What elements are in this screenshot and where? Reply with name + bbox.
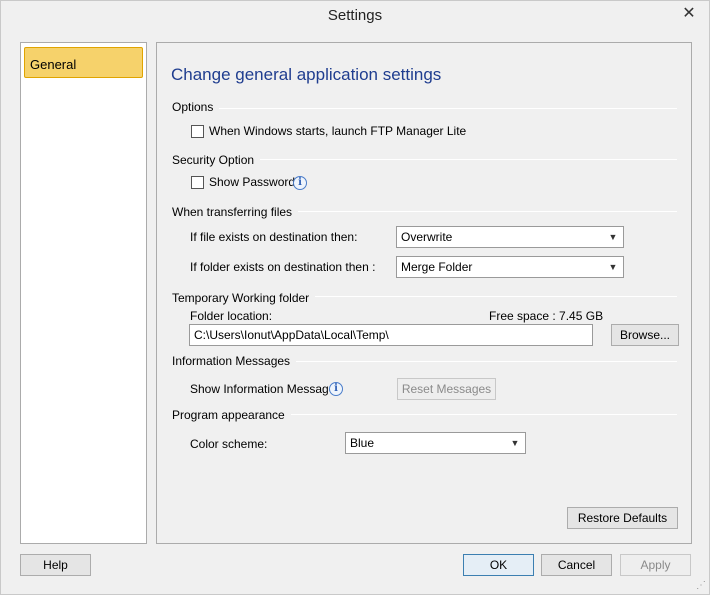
folder-location-label: Folder location:	[190, 309, 273, 323]
free-space-display: Free space : 7.45 GB	[489, 309, 603, 323]
color-scheme-value: Blue	[350, 436, 375, 450]
free-space-value: 7.45 GB	[559, 309, 604, 323]
section-divider	[283, 211, 677, 212]
close-button[interactable]: ✕	[677, 3, 701, 25]
sidebar: General	[20, 42, 147, 544]
show-password-label: Show Password	[209, 175, 296, 189]
section-title-temp-folder: Temporary Working folder	[172, 291, 316, 305]
section-divider	[273, 414, 677, 415]
file-exists-select[interactable]: Overwrite ▼	[396, 226, 624, 248]
section-divider	[211, 108, 677, 109]
file-exists-value: Overwrite	[401, 230, 453, 244]
section-title-options: Options	[172, 100, 220, 114]
folder-exists-value: Merge Folder	[401, 260, 473, 274]
close-icon: ✕	[682, 5, 696, 22]
reset-messages-button[interactable]: Reset Messages	[397, 378, 496, 400]
chevron-down-icon: ▼	[510, 438, 520, 448]
page-title: Change general application settings	[171, 65, 442, 84]
section-title-transfer: When transferring files	[172, 205, 299, 219]
color-scheme-label: Color scheme:	[190, 437, 268, 451]
cancel-button[interactable]: Cancel	[541, 554, 612, 576]
settings-window: Settings ✕ General Change general applic…	[0, 0, 710, 595]
restore-defaults-button[interactable]: Restore Defaults	[567, 507, 678, 529]
section-divider	[301, 296, 677, 297]
window-title: Settings	[327, 7, 383, 24]
help-button[interactable]: Help	[20, 554, 91, 576]
browse-button[interactable]: Browse...	[611, 324, 679, 346]
chevron-down-icon: ▼	[608, 232, 618, 242]
info-icon[interactable]: i	[293, 176, 307, 190]
resize-grip-icon[interactable]: ⋰	[696, 580, 706, 591]
free-space-label: Free space :	[489, 309, 556, 323]
folder-exists-label: If folder exists on destination then :	[190, 260, 376, 274]
title-bar[interactable]: Settings ✕	[1, 1, 709, 33]
launch-on-startup-checkbox[interactable]	[191, 125, 204, 138]
chevron-down-icon: ▼	[608, 262, 618, 272]
show-info-messages-label: Show Information Messages	[190, 382, 342, 396]
section-divider	[249, 159, 677, 160]
section-divider	[279, 361, 677, 362]
settings-panel: Change general application settings Opti…	[156, 42, 692, 544]
section-title-security: Security Option	[172, 153, 261, 167]
color-scheme-select[interactable]: Blue ▼	[345, 432, 526, 454]
show-password-checkbox[interactable]	[191, 176, 204, 189]
temp-folder-path-input[interactable]: C:\Users\Ionut\AppData\Local\Temp\	[189, 324, 593, 346]
file-exists-label: If file exists on destination then:	[190, 230, 358, 244]
info-icon[interactable]: i	[329, 382, 343, 396]
apply-button[interactable]: Apply	[620, 554, 691, 576]
sidebar-item-label: General	[30, 57, 77, 72]
section-title-info-messages: Information Messages	[172, 354, 297, 368]
sidebar-item-general[interactable]: General	[24, 47, 143, 78]
section-title-appearance: Program appearance	[172, 408, 291, 422]
ok-button[interactable]: OK	[463, 554, 534, 576]
folder-exists-select[interactable]: Merge Folder ▼	[396, 256, 624, 278]
launch-on-startup-label: When Windows starts, launch FTP Manager …	[209, 124, 467, 138]
